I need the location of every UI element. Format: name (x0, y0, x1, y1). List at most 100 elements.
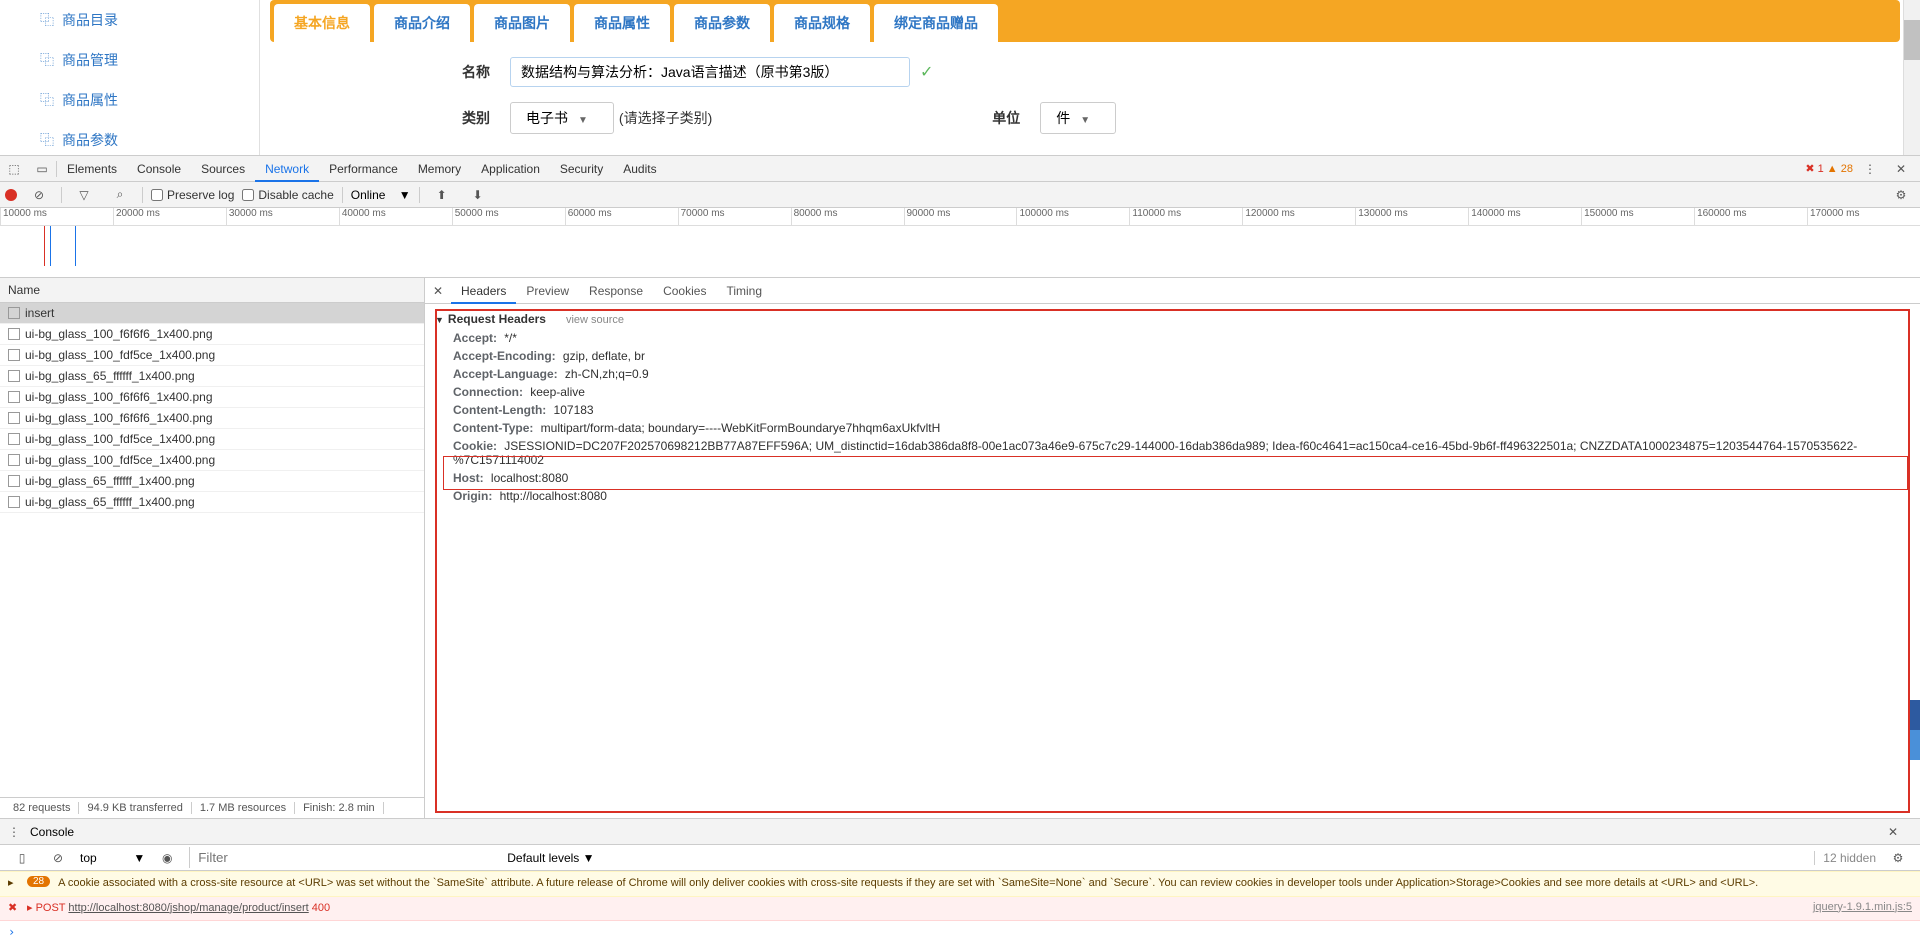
category-select[interactable]: 电子书▼ (510, 102, 614, 134)
tab-security[interactable]: Security (550, 156, 613, 182)
clear-icon[interactable]: ⊘ (25, 182, 53, 208)
tab-bar: 基本信息 商品介绍 商品图片 商品属性 商品参数 商品规格 绑定商品赠品 (270, 0, 1900, 42)
name-column-header[interactable]: Name (0, 278, 424, 303)
error-icon: ✖ (8, 901, 22, 914)
copy-icon: ⿻ (40, 50, 54, 70)
name-input[interactable] (510, 57, 910, 87)
filter-input[interactable] (189, 847, 499, 868)
close-icon[interactable]: ✕ (1879, 819, 1907, 845)
tab-console[interactable]: Console (127, 156, 191, 182)
tab-specs[interactable]: 商品规格 (774, 4, 870, 42)
request-name: ui-bg_glass_100_fdf5ce_1x400.png (25, 348, 215, 362)
clear-icon[interactable]: ⊘ (44, 845, 72, 871)
request-item[interactable]: ui-bg_glass_100_f6f6f6_1x400.png (0, 408, 424, 429)
gear-icon[interactable]: ⚙ (1887, 182, 1915, 208)
upload-icon[interactable]: ⬆ (428, 182, 456, 208)
tab-application[interactable]: Application (471, 156, 550, 182)
console-prompt[interactable]: › (0, 921, 1920, 943)
category-hint: (请选择子类别) (619, 108, 712, 128)
detail-tab-headers[interactable]: Headers (451, 278, 516, 304)
sidebar-item-label: 商品管理 (62, 50, 118, 70)
sidebar-item-catalog[interactable]: ⿻商品目录 (0, 0, 259, 40)
request-item[interactable]: ui-bg_glass_100_f6f6f6_1x400.png (0, 324, 424, 345)
tab-basic[interactable]: 基本信息 (274, 4, 370, 42)
sidebar-item-params[interactable]: ⿻商品参数 (0, 120, 259, 160)
tab-performance[interactable]: Performance (319, 156, 408, 182)
timeline-tick: 90000 ms (904, 208, 1017, 225)
request-name: ui-bg_glass_65_ffffff_1x400.png (25, 369, 195, 383)
detail-tab-preview[interactable]: Preview (516, 278, 579, 304)
unit-select[interactable]: 件▼ (1040, 102, 1116, 134)
sidebar-toggle-icon[interactable]: ▯ (8, 845, 36, 871)
timeline-tick: 40000 ms (339, 208, 452, 225)
hidden-count[interactable]: 12 hidden (1814, 851, 1876, 865)
request-item[interactable]: ui-bg_glass_100_f6f6f6_1x400.png (0, 387, 424, 408)
disable-cache-checkbox[interactable]: Disable cache (242, 188, 333, 202)
close-detail-icon[interactable]: ✕ (425, 284, 451, 298)
detail-tab-cookies[interactable]: Cookies (653, 278, 716, 304)
scrollbar[interactable] (1903, 0, 1920, 155)
detail-panel: ✕ Headers Preview Response Cookies Timin… (425, 278, 1920, 818)
request-item[interactable]: ui-bg_glass_100_fdf5ce_1x400.png (0, 450, 424, 471)
online-select[interactable]: Online ▼ (351, 188, 411, 202)
request-name: ui-bg_glass_65_ffffff_1x400.png (25, 495, 195, 509)
tab-elements[interactable]: Elements (57, 156, 127, 182)
kebab-icon[interactable]: ⋮ (1856, 156, 1884, 182)
timeline-tick: 130000 ms (1355, 208, 1468, 225)
file-icon (8, 391, 20, 403)
request-item[interactable]: ui-bg_glass_65_ffffff_1x400.png (0, 471, 424, 492)
tab-gifts[interactable]: 绑定商品赠品 (874, 4, 998, 42)
request-item[interactable]: ui-bg_glass_65_ffffff_1x400.png (0, 492, 424, 513)
levels-select[interactable]: Default levels ▼ (507, 851, 594, 865)
context-select[interactable]: top ▼ (80, 851, 145, 865)
timeline-tick: 70000 ms (678, 208, 791, 225)
devtools-tabs: ⬚ ▭ Elements Console Sources Network Per… (0, 156, 1920, 182)
request-headers-section[interactable]: Request Headersview source (435, 309, 1910, 329)
tab-network[interactable]: Network (255, 156, 319, 182)
kebab-icon[interactable]: ⋮ (8, 825, 20, 839)
timeline[interactable]: 10000 ms20000 ms30000 ms40000 ms50000 ms… (0, 208, 1920, 278)
sidebar-item-attrs[interactable]: ⿻商品属性 (0, 80, 259, 120)
copy-icon: ⿻ (40, 130, 54, 150)
record-icon[interactable] (5, 189, 17, 201)
request-name: ui-bg_glass_100_f6f6f6_1x400.png (25, 327, 213, 341)
console-error[interactable]: ✖ ▸ POST http://localhost:8080/jshop/man… (0, 897, 1920, 921)
name-label: 名称 (410, 62, 490, 82)
chevron-down-icon: ▼ (1080, 115, 1090, 126)
detail-body[interactable]: Request Headersview source Accept: */*Ac… (425, 304, 1920, 818)
tab-sources[interactable]: Sources (191, 156, 255, 182)
view-source-link[interactable]: view source (566, 314, 624, 326)
tab-audits[interactable]: Audits (613, 156, 666, 182)
header-line: Origin: http://localhost:8080 (435, 487, 1910, 505)
search-icon[interactable]: ⌕ (106, 182, 134, 208)
warning-badge[interactable]: ▲ 28 (1827, 163, 1853, 175)
copy-icon: ⿻ (40, 10, 54, 30)
file-icon (8, 433, 20, 445)
download-icon[interactable]: ⬇ (464, 182, 492, 208)
category-label: 类别 (410, 108, 490, 128)
eye-icon[interactable]: ◉ (153, 845, 181, 871)
tab-memory[interactable]: Memory (408, 156, 471, 182)
preserve-log-checkbox[interactable]: Preserve log (151, 188, 234, 202)
tab-images[interactable]: 商品图片 (474, 4, 570, 42)
console-warning[interactable]: ▸ 28 A cookie associated with a cross-si… (0, 871, 1920, 896)
sidebar-item-manage[interactable]: ⿻商品管理 (0, 40, 259, 80)
request-item[interactable]: ui-bg_glass_100_fdf5ce_1x400.png (0, 345, 424, 366)
tab-attrs[interactable]: 商品属性 (574, 4, 670, 42)
tab-intro[interactable]: 商品介绍 (374, 4, 470, 42)
request-item[interactable]: insert (0, 303, 424, 324)
error-badge[interactable]: ✖ 1 (1805, 162, 1823, 175)
request-item[interactable]: ui-bg_glass_65_ffffff_1x400.png (0, 366, 424, 387)
tab-params[interactable]: 商品参数 (674, 4, 770, 42)
devtools: ⬚ ▭ Elements Console Sources Network Per… (0, 155, 1920, 943)
gear-icon[interactable]: ⚙ (1884, 845, 1912, 871)
detail-tab-timing[interactable]: Timing (716, 278, 772, 304)
close-icon[interactable]: ✕ (1887, 156, 1915, 182)
error-source-link[interactable]: jquery-1.9.1.min.js:5 (1813, 901, 1912, 913)
filter-icon[interactable]: ▽ (70, 182, 98, 208)
detail-tab-response[interactable]: Response (579, 278, 653, 304)
request-item[interactable]: ui-bg_glass_100_fdf5ce_1x400.png (0, 429, 424, 450)
device-icon[interactable]: ▭ (28, 156, 56, 182)
inspect-icon[interactable]: ⬚ (0, 156, 28, 182)
unit-label: 单位 (992, 108, 1020, 128)
